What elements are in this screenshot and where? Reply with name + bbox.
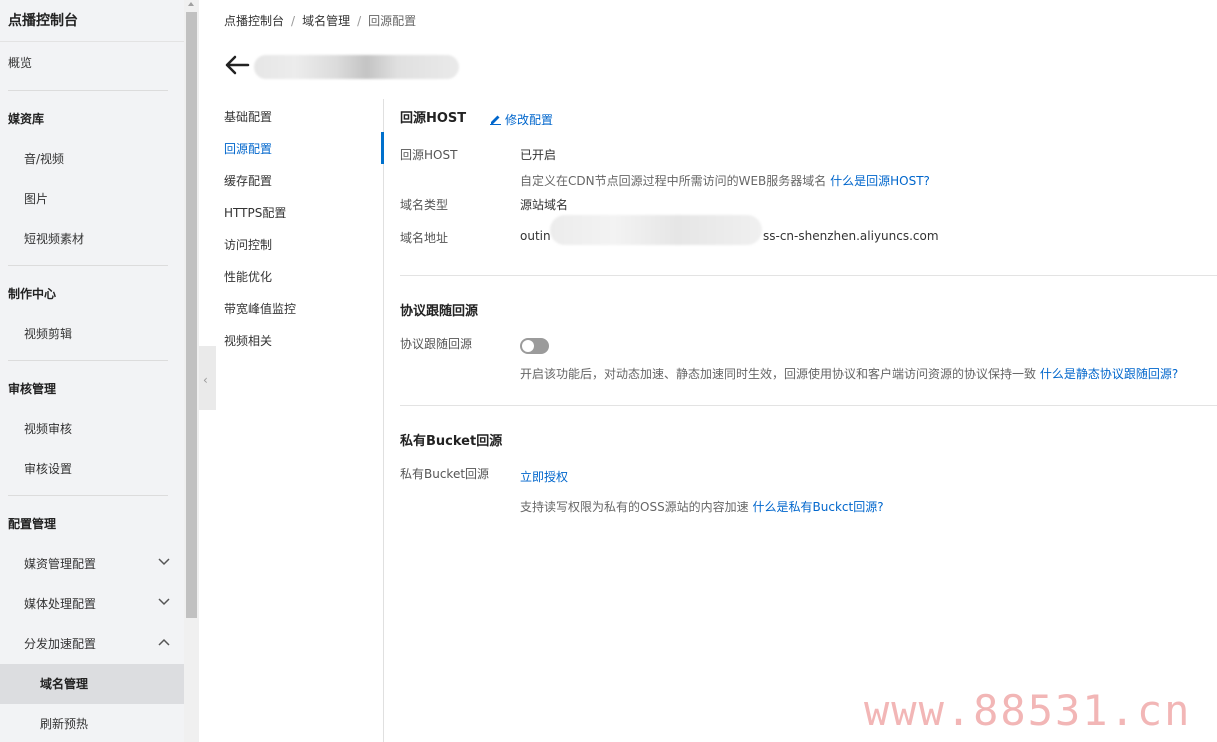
label-origin-host: 回源HOST [400,148,458,162]
label-protocol-follow: 协议跟随回源 [400,337,473,351]
tab-access[interactable]: 访问控制 [224,228,384,260]
scroll-thumb[interactable] [186,12,197,618]
section-title-protocol: 协议跟随回源 [400,304,479,319]
sidebar-item-label: 媒体处理配置 [24,597,97,611]
domain-address-suffix: ss-cn-shenzhen.aliyuncs.com [763,229,939,243]
watermark: www.88531.cn [864,686,1192,735]
origin-host-desc-text: 自定义在CDN节点回源过程中所需访问的WEB服务器域名 [520,174,827,188]
chevron-down-icon [158,558,170,568]
sidebar-item-process-config[interactable]: 媒体处理配置 [0,584,184,624]
divider [400,275,1217,276]
collapse-sidebar-button[interactable]: ‹ [199,346,216,410]
bucket-help-link[interactable]: 什么是私有Buckct回源? [753,500,884,514]
label-domain-address: 域名地址 [400,231,449,245]
sidebar-item-media-config[interactable]: 媒资管理配置 [0,544,184,584]
sidebar-item-images[interactable]: 图片 [0,179,184,219]
domain-address-blurred [550,215,762,245]
tab-origin[interactable]: 回源配置 [224,132,384,164]
bucket-desc: 支持读写权限为私有的OSS源站的内容加速 什么是私有Buckct回源? [520,498,884,515]
authorize-button[interactable]: 立即授权 [520,468,568,485]
sidebar-item-cdn-config[interactable]: 分发加速配置 [0,624,184,664]
sidebar-scrollbar[interactable] [184,0,199,742]
origin-host-help-link[interactable]: 什么是回源HOST? [830,174,930,188]
protocol-follow-toggle[interactable] [520,338,549,354]
group-config: 配置管理 [8,517,57,531]
sidebar-item-review-settings[interactable]: 审核设置 [0,449,184,489]
tab-bandwidth[interactable]: 带宽峰值监控 [224,292,384,324]
sidebar-item-refresh[interactable]: 刷新预热 [0,704,184,742]
tab-cache[interactable]: 缓存配置 [224,164,384,196]
chevron-down-icon [158,598,170,608]
back-arrow-icon[interactable] [224,54,250,76]
domain-name-blurred [254,55,459,79]
sidebar-item-av[interactable]: 音/视频 [0,139,184,179]
divider [400,405,1217,406]
breadcrumb-console[interactable]: 点播控制台 [224,14,284,28]
domain-type-value: 源站域名 [520,198,569,212]
group-production: 制作中心 [8,287,57,301]
edit-config-label: 修改配置 [505,113,554,127]
breadcrumb-separator: / [357,14,362,28]
divider [383,99,384,742]
sidebar-item-video-review[interactable]: 视频审核 [0,409,184,449]
sidebar-item-video-edit[interactable]: 视频剪辑 [0,314,184,354]
sidebar-item-domain-manage[interactable]: 域名管理 [0,664,184,704]
breadcrumb-domain[interactable]: 域名管理 [302,14,350,28]
group-media: 媒资库 [8,112,45,126]
sidebar-item-label: 分发加速配置 [24,637,97,651]
section-title-origin-host: 回源HOST [400,111,467,126]
label-domain-type: 域名类型 [400,198,449,212]
tab-basic[interactable]: 基础配置 [224,100,384,132]
chevron-up-icon [158,638,170,648]
domain-address-prefix: outin [520,229,551,243]
breadcrumb-current: 回源配置 [368,14,417,28]
scroll-up-icon[interactable] [188,2,194,6]
breadcrumb: 点播控制台 / 域名管理 / 回源配置 [224,12,416,29]
config-subnav: 基础配置 回源配置 缓存配置 HTTPS配置 访问控制 性能优化 带宽峰值监控 … [224,100,384,356]
edit-config-button[interactable]: 修改配置 [490,111,553,128]
tab-https[interactable]: HTTPS配置 [224,196,384,228]
protocol-desc-text: 开启该功能后，对动态加速、静态加速同时生效，回源使用协议和客户端访问资源的协议保… [520,367,1037,381]
group-review: 审核管理 [8,382,57,396]
edit-icon [490,115,501,125]
sidebar-item-label: 媒资管理配置 [24,557,97,571]
chevron-left-icon: ‹ [203,373,208,387]
protocol-desc: 开启该功能后，对动态加速、静态加速同时生效，回源使用协议和客户端访问资源的协议保… [520,365,1178,382]
bucket-desc-text: 支持读写权限为私有的OSS源站的内容加速 [520,500,749,514]
origin-host-desc: 自定义在CDN节点回源过程中所需访问的WEB服务器域名 什么是回源HOST? [520,172,930,189]
tab-video[interactable]: 视频相关 [224,324,384,356]
protocol-help-link[interactable]: 什么是静态协议跟随回源? [1040,367,1178,381]
sidebar: 点播控制台 概览 媒资库 音/视频 图片 短视频素材 制作中心 视频剪辑 审核管… [0,0,184,742]
breadcrumb-separator: / [291,14,296,28]
sidebar-item-overview[interactable]: 概览 [0,42,184,90]
tab-performance[interactable]: 性能优化 [224,260,384,292]
console-title: 点播控制台 [0,0,184,42]
sidebar-item-short-video[interactable]: 短视频素材 [0,219,184,259]
active-tab-indicator [381,132,384,164]
label-private-bucket: 私有Bucket回源 [400,467,490,481]
section-title-bucket: 私有Bucket回源 [400,434,503,449]
origin-host-status: 已开启 [520,148,557,162]
